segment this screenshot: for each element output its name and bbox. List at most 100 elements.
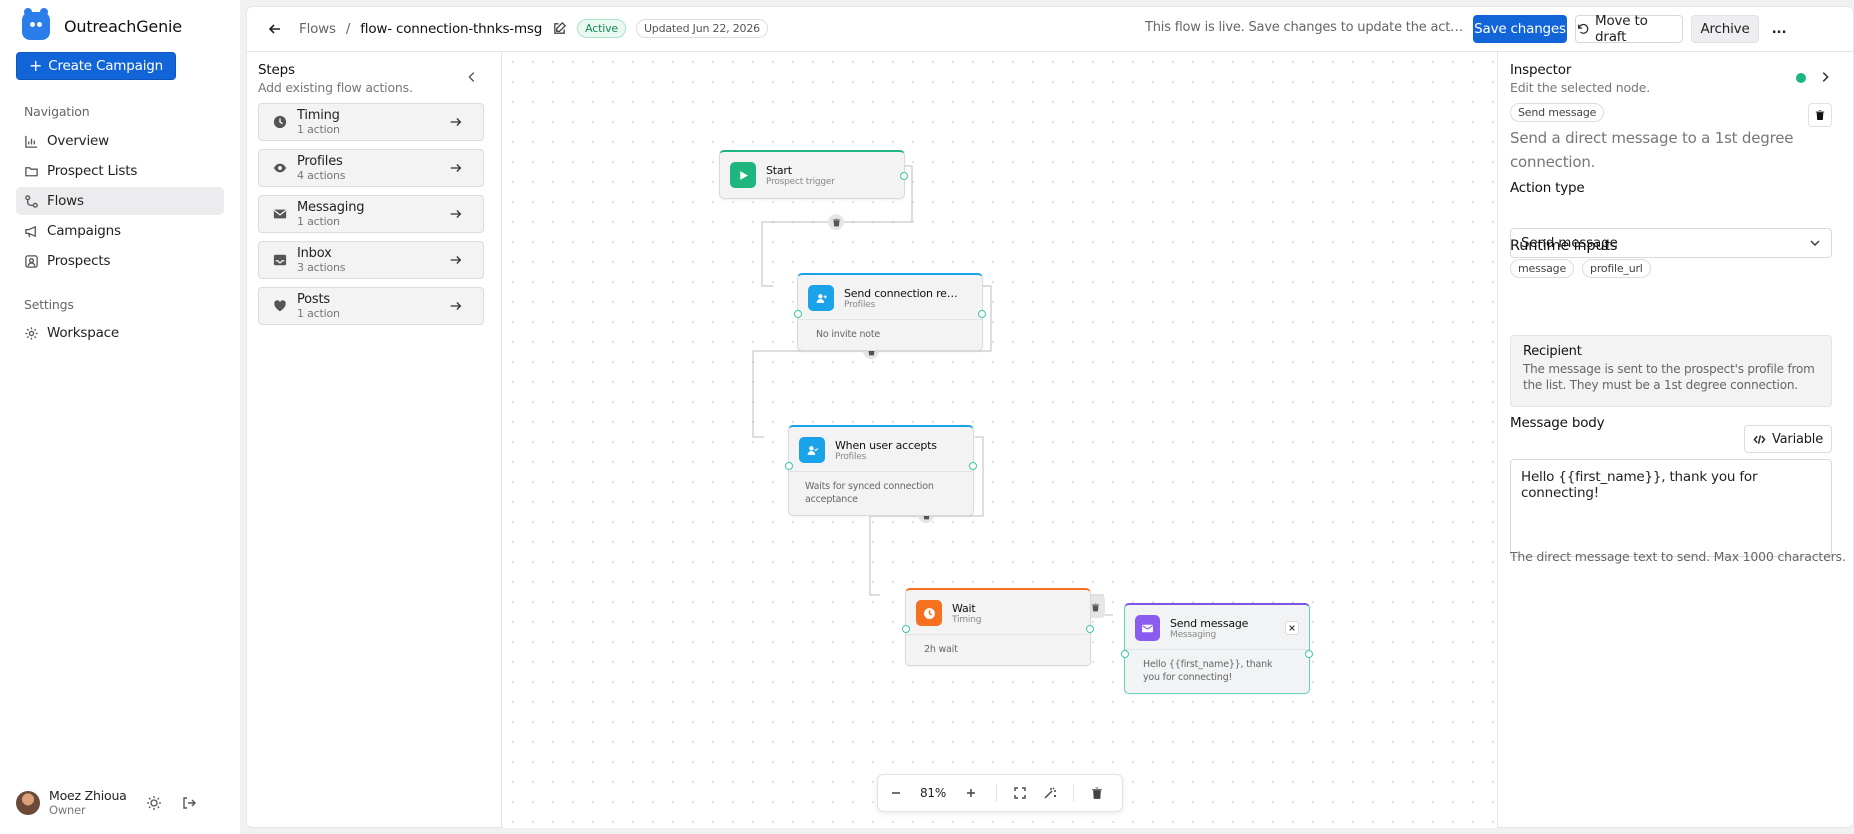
clock-icon	[916, 600, 942, 626]
breadcrumb-flows[interactable]: Flows	[299, 21, 336, 37]
inspector-subtitle: Edit the selected node.	[1510, 80, 1650, 95]
edit-icon[interactable]	[552, 21, 567, 36]
node-when-user-accepts[interactable]: When user accepts Profiles Waits for sync…	[785, 425, 977, 516]
message-body-label: Message body	[1510, 415, 1605, 431]
step-name: Posts	[297, 291, 330, 307]
runtime-input-chip: message	[1510, 259, 1575, 278]
move-to-draft-label: Move to draft	[1595, 13, 1648, 45]
nav-item-prospects[interactable]: Prospects	[16, 247, 224, 275]
node-subtitle: Timing	[952, 614, 982, 625]
input-port[interactable]	[794, 310, 802, 318]
node-wait[interactable]: Wait Timing 2h wait	[902, 588, 1094, 666]
breadcrumb-separator: /	[345, 20, 351, 37]
mail-icon	[1135, 615, 1160, 641]
step-timing[interactable]: Timing 1 action	[258, 103, 484, 141]
zoom-out-button[interactable]	[878, 786, 913, 800]
output-port[interactable]	[1305, 650, 1313, 658]
back-arrow-icon[interactable]	[267, 21, 283, 37]
edges	[752, 165, 1113, 616]
output-port[interactable]	[969, 462, 977, 470]
output-port[interactable]	[1086, 625, 1094, 633]
delete-node-button[interactable]	[1082, 786, 1112, 800]
app-name: OutreachGenie	[64, 16, 182, 36]
node-send-connection-request[interactable]: Send connection requestProfiles No invit…	[794, 273, 986, 351]
insert-variable-button[interactable]: Variable	[1744, 425, 1832, 453]
recipient-info: Recipient The message is sent to the pro…	[1510, 335, 1832, 407]
close-icon[interactable]	[1285, 621, 1299, 635]
nav-item-label: Campaigns	[47, 223, 121, 239]
node-send-message[interactable]: Send message Messaging Hello {{first_name…	[1121, 603, 1313, 694]
trash-icon	[832, 218, 841, 227]
zoom-toolbar: 81%	[877, 774, 1123, 812]
more-menu-button[interactable]: ...	[1765, 15, 1793, 43]
auto-layout-button[interactable]	[1035, 786, 1065, 800]
collapse-chevron-icon[interactable]	[465, 70, 479, 84]
nav-item-overview[interactable]: Overview	[16, 127, 224, 155]
undo-icon	[1576, 22, 1590, 36]
node-subtitle: Messaging	[1170, 629, 1217, 640]
trash-icon	[1090, 786, 1104, 800]
arrow-right-icon	[449, 253, 463, 267]
create-campaign-button[interactable]: + Create Campaign	[16, 52, 176, 80]
node-title: Start	[766, 163, 792, 177]
nav-item-label: Prospects	[47, 253, 111, 269]
zoom-in-button[interactable]	[953, 786, 988, 800]
delete-node-inspector-button[interactable]	[1808, 103, 1832, 127]
step-profiles[interactable]: Profiles 4 actions	[258, 149, 484, 187]
delete-edge-button[interactable]	[828, 214, 844, 230]
step-name: Messaging	[297, 199, 365, 215]
nav-item-label: Workspace	[47, 325, 119, 341]
steps-title: Steps	[258, 62, 295, 78]
node-subtitle: Profiles	[835, 451, 867, 462]
recipient-title: Recipient	[1523, 344, 1582, 359]
chevron-right-icon[interactable]	[1818, 70, 1832, 84]
node-start[interactable]: Start Prospect trigger	[719, 150, 908, 199]
nav-item-label: Overview	[47, 133, 109, 149]
status-badge: Active	[577, 19, 626, 38]
step-posts[interactable]: Posts 1 action	[258, 287, 484, 325]
mail-icon	[273, 207, 287, 221]
flow-canvas[interactable]: Start Prospect trigger Send connection re…	[503, 52, 1497, 828]
app-logo[interactable]: OutreachGenie	[22, 8, 182, 40]
inbox-icon	[273, 253, 287, 267]
eye-icon	[273, 161, 287, 175]
breadcrumb: Flows / flow- connection-thnks-msg Activ…	[267, 19, 768, 38]
input-port[interactable]	[902, 625, 910, 633]
node-body: Waits for synced connection acceptance	[789, 471, 973, 515]
step-count: 1 action	[297, 214, 340, 228]
step-inbox[interactable]: Inbox 3 actions	[258, 241, 484, 279]
input-port[interactable]	[785, 462, 793, 470]
step-name: Timing	[297, 107, 340, 123]
steps-panel: Steps Add existing flow actions. Timing 1…	[247, 52, 502, 828]
nav-item-workspace[interactable]: Workspace	[16, 319, 224, 347]
output-port[interactable]	[978, 310, 986, 318]
move-to-draft-button[interactable]: Move to draft	[1575, 13, 1683, 45]
logout-icon[interactable]	[181, 795, 197, 811]
inspector-title: Inspector	[1510, 62, 1572, 78]
output-port[interactable]	[900, 172, 908, 180]
save-changes-button[interactable]: Save changes	[1473, 15, 1567, 43]
chart-icon	[24, 134, 39, 149]
settings-section-label: Settings	[24, 297, 74, 312]
nav-item-flows[interactable]: Flows	[16, 187, 224, 215]
message-body-textarea[interactable]: Hello {{first_name}}, thank you for conn…	[1510, 459, 1832, 557]
user-square-icon	[24, 254, 39, 269]
variable-label: Variable	[1771, 431, 1824, 447]
archive-button[interactable]: Archive	[1691, 15, 1759, 43]
fullscreen-icon	[1013, 786, 1027, 800]
user-profile[interactable]: Moez Zhioua Owner	[16, 788, 197, 817]
nav-item-campaigns[interactable]: Campaigns	[16, 217, 224, 245]
fit-view-button[interactable]	[1005, 786, 1035, 800]
status-dot	[1796, 73, 1806, 83]
step-messaging[interactable]: Messaging 1 action	[258, 195, 484, 233]
user-role: Owner	[49, 803, 86, 817]
user-check-icon	[799, 437, 825, 463]
top-bar: Flows / flow- connection-thnks-msg Activ…	[247, 7, 1853, 52]
node-title: Wait	[952, 601, 976, 615]
sun-icon[interactable]	[146, 795, 162, 811]
runtime-inputs-list: message profile_url	[1510, 259, 1651, 278]
step-name: Profiles	[297, 153, 343, 169]
input-port[interactable]	[1121, 650, 1129, 658]
plus-icon	[964, 786, 978, 800]
nav-item-prospect-lists[interactable]: Prospect Lists	[16, 157, 224, 185]
